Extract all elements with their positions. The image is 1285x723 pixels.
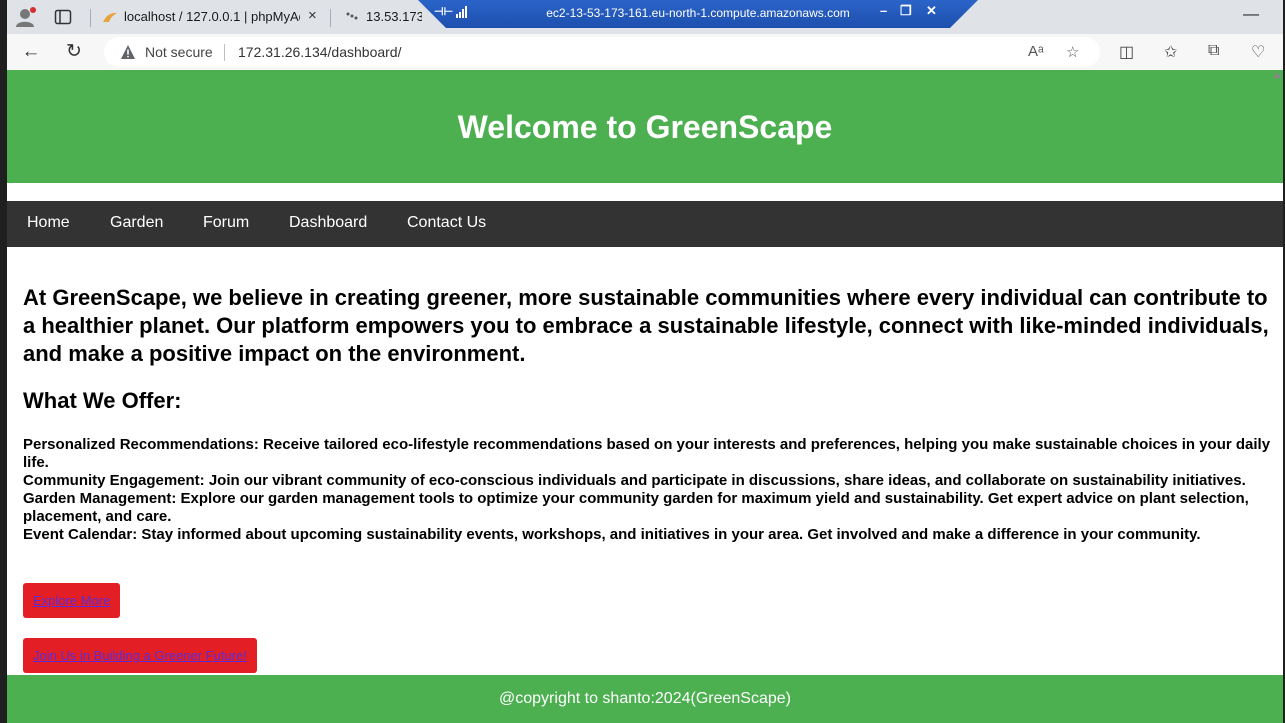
offer-heading: What We Offer: (23, 388, 182, 413)
nav-home[interactable]: Home (27, 214, 70, 232)
offer-list: Personalized Recommendations: Receive ta… (23, 436, 1281, 544)
remote-host-label: ec2-13-53-173-161.eu-north-1.compute.ama… (546, 6, 850, 20)
warning-icon[interactable] (120, 44, 136, 60)
read-aloud-icon[interactable]: Aᵃ (1028, 43, 1044, 60)
explore-more-button[interactable]: Explore More (23, 583, 121, 618)
hero-title: Welcome to GreenScape (457, 109, 833, 145)
security-status[interactable]: Not secure (145, 44, 213, 60)
browser-essentials-icon[interactable]: ♡ (1251, 42, 1265, 62)
url-text[interactable]: 172.31.26.134/dashboard/ (238, 44, 401, 60)
scrollbar-up-arrow[interactable] (1273, 72, 1281, 78)
nav-garden[interactable]: Garden (110, 214, 163, 232)
window-minimize-button[interactable]: — (1243, 6, 1259, 24)
favorite-star-icon[interactable]: ☆ (1066, 43, 1079, 61)
address-bar-row: ← ↻ Not secure 172.31.26.134/dashboard/ … (0, 34, 1285, 70)
favorites-icon[interactable]: ✩ (1164, 42, 1177, 62)
tab-separator (90, 9, 91, 27)
tab-phpmyadmin[interactable]: localhost / 127.0.0.1 | phpMyAdmin × (92, 0, 330, 34)
main-nav: Home Garden Forum Dashboard Contact Us (7, 201, 1283, 247)
hero-banner: Welcome to GreenScape (7, 70, 1283, 183)
page-content: Welcome to GreenScape Home Garden Forum … (7, 70, 1283, 723)
tab-actions-icon[interactable] (54, 8, 72, 26)
join-us-link[interactable]: Join Us in Building a Greener Future! (33, 648, 247, 663)
profile-icon[interactable] (14, 6, 36, 28)
offer-item: Event Calendar: Stay informed about upco… (23, 526, 1201, 543)
tab-title: 13.53.173 (366, 9, 422, 24)
tab-remote[interactable]: 13.53.173 (334, 0, 424, 34)
rdp-restore-icon[interactable]: ❐ (900, 3, 912, 19)
nav-contact-us[interactable]: Contact Us (407, 214, 486, 232)
offer-item: Community Engagement: Join our vibrant c… (23, 472, 1246, 489)
phpmyadmin-favicon-icon (103, 12, 117, 22)
intro-text: At GreenScape, we believe in creating gr… (23, 285, 1269, 366)
window-border-left (0, 0, 7, 723)
join-us-button[interactable]: Join Us in Building a Greener Future! (23, 638, 257, 673)
split-screen-icon[interactable]: ◫ (1119, 42, 1134, 62)
tab-title: localhost / 127.0.0.1 | phpMyAdmin (124, 9, 300, 24)
loading-icon (346, 12, 358, 20)
rdp-close-icon[interactable]: ✕ (926, 3, 937, 19)
tab-close-icon[interactable]: × (308, 8, 317, 24)
offer-item: Personalized Recommendations: Receive ta… (23, 436, 1271, 471)
url-divider (224, 44, 225, 61)
back-arrow-icon[interactable]: ← (21, 42, 41, 62)
rdp-minimize-icon[interactable]: – (880, 3, 887, 18)
nav-forum[interactable]: Forum (203, 214, 249, 232)
explore-more-link[interactable]: Explore More (33, 593, 110, 608)
browser-tab-bar: localhost / 127.0.0.1 | phpMyAdmin × 13.… (0, 0, 1285, 34)
tab-separator (330, 9, 331, 27)
page-footer: @copyright to shanto:2024(GreenScape) (7, 675, 1283, 723)
address-bar[interactable]: Not secure 172.31.26.134/dashboard/ Aᵃ ☆ (104, 37, 1100, 67)
reload-icon[interactable]: ↻ (64, 42, 84, 62)
offer-item: Garden Management: Explore our garden ma… (23, 490, 1249, 525)
nav-dashboard[interactable]: Dashboard (289, 214, 367, 232)
remote-desktop-bar: ⊣⊢ ec2-13-53-173-161.eu-north-1.compute.… (418, 0, 978, 28)
copyright-text: @copyright to shanto:2024(GreenScape) (499, 690, 791, 707)
collections-icon[interactable]: ⧉ (1208, 42, 1219, 60)
